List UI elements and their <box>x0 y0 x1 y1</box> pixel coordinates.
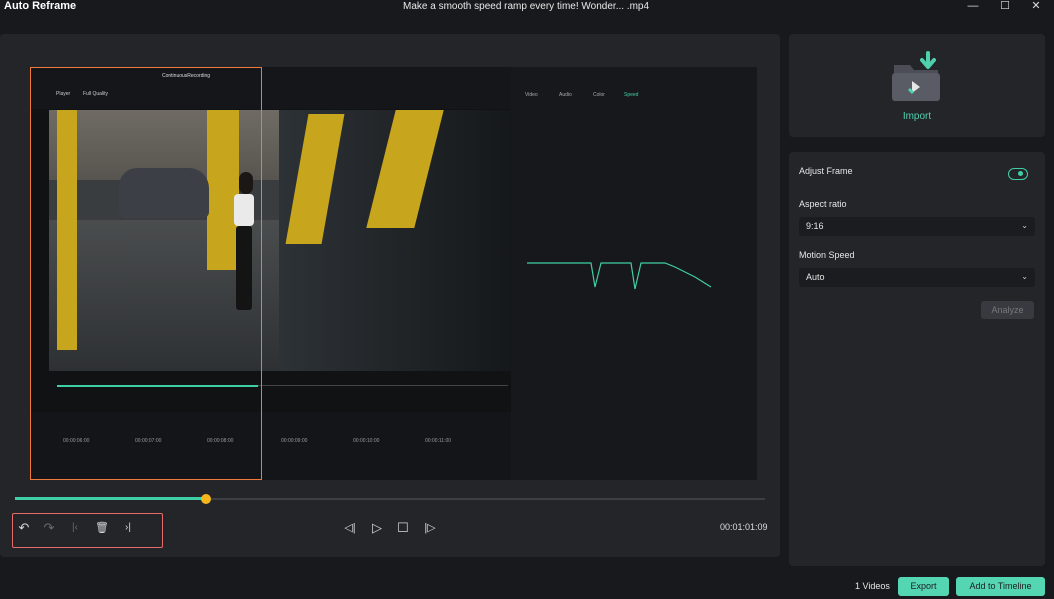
toggle-knob <box>1018 171 1023 176</box>
close-icon[interactable]: ✕ <box>1028 0 1044 14</box>
playback-scrubber-handle[interactable] <box>201 494 211 504</box>
add-to-timeline-button[interactable]: Add to Timeline <box>956 577 1045 596</box>
timeline-tick: 00:00:10:00 <box>353 438 380 444</box>
aspect-ratio-value: 9:16 <box>806 221 824 231</box>
play-icon[interactable]: ▷ <box>368 519 386 537</box>
delete-icon[interactable]: 🗑 <box>93 519 111 537</box>
analyze-button[interactable]: Analyze <box>981 301 1034 319</box>
import-panel[interactable]: Import <box>789 34 1045 137</box>
adjust-frame-label: Adjust Frame <box>799 166 853 176</box>
motion-speed-label: Motion Speed <box>799 250 855 260</box>
undo-icon[interactable]: ↶ <box>15 519 33 537</box>
file-title: Make a smooth speed ramp every time! Won… <box>403 1 650 12</box>
tab-video: Video <box>525 92 538 98</box>
minimize-icon[interactable]: — <box>965 0 981 14</box>
export-button[interactable]: Export <box>898 577 949 596</box>
chevron-down-icon: ⌄ <box>1021 221 1028 230</box>
motion-speed-select[interactable]: Auto ⌄ <box>799 268 1035 287</box>
playback-scrubber-fill <box>15 497 206 500</box>
step-back-icon[interactable]: ◁| <box>341 519 359 537</box>
edit-controls-group <box>12 513 163 548</box>
adjust-frame-toggle[interactable] <box>1008 168 1028 180</box>
step-forward-icon[interactable]: |▷ <box>421 519 439 537</box>
aspect-ratio-label: Aspect ratio <box>799 199 847 209</box>
previous-marker-icon[interactable]: |‹ <box>66 519 84 537</box>
title-bar: Auto Reframe Make a smooth speed ramp ev… <box>0 0 1054 16</box>
reframe-crop-box[interactable] <box>30 67 262 480</box>
tab-audio: Audio <box>559 92 572 98</box>
speed-curve <box>527 262 712 290</box>
import-folder-icon <box>892 51 940 101</box>
redo-icon[interactable]: ↷ <box>40 519 58 537</box>
chevron-down-icon: ⌄ <box>1021 272 1028 281</box>
app-title: Auto Reframe <box>4 0 77 12</box>
tab-color: Color <box>593 92 605 98</box>
player-progress-track <box>258 385 508 386</box>
next-marker-icon[interactable]: ›| <box>119 519 137 537</box>
import-label: Import <box>902 111 932 122</box>
videos-count: 1 Videos <box>855 581 890 591</box>
timeline-tick: 00:00:09:00 <box>281 438 308 444</box>
tab-speed: Speed <box>624 92 639 98</box>
reframe-settings-panel: Adjust Frame Aspect ratio 9:16 ⌄ Motion … <box>789 152 1045 566</box>
playback-timecode: 00:01:01:09 <box>720 522 768 532</box>
timeline-tick: 00:00:11:00 <box>425 438 452 444</box>
motion-speed-value: Auto <box>806 272 825 282</box>
aspect-ratio-select[interactable]: 9:16 ⌄ <box>799 217 1035 236</box>
speed-panel: Video Audio Color Speed <box>511 67 757 480</box>
maximize-icon[interactable]: ☐ <box>997 0 1013 14</box>
stop-icon[interactable]: ☐ <box>394 519 412 537</box>
